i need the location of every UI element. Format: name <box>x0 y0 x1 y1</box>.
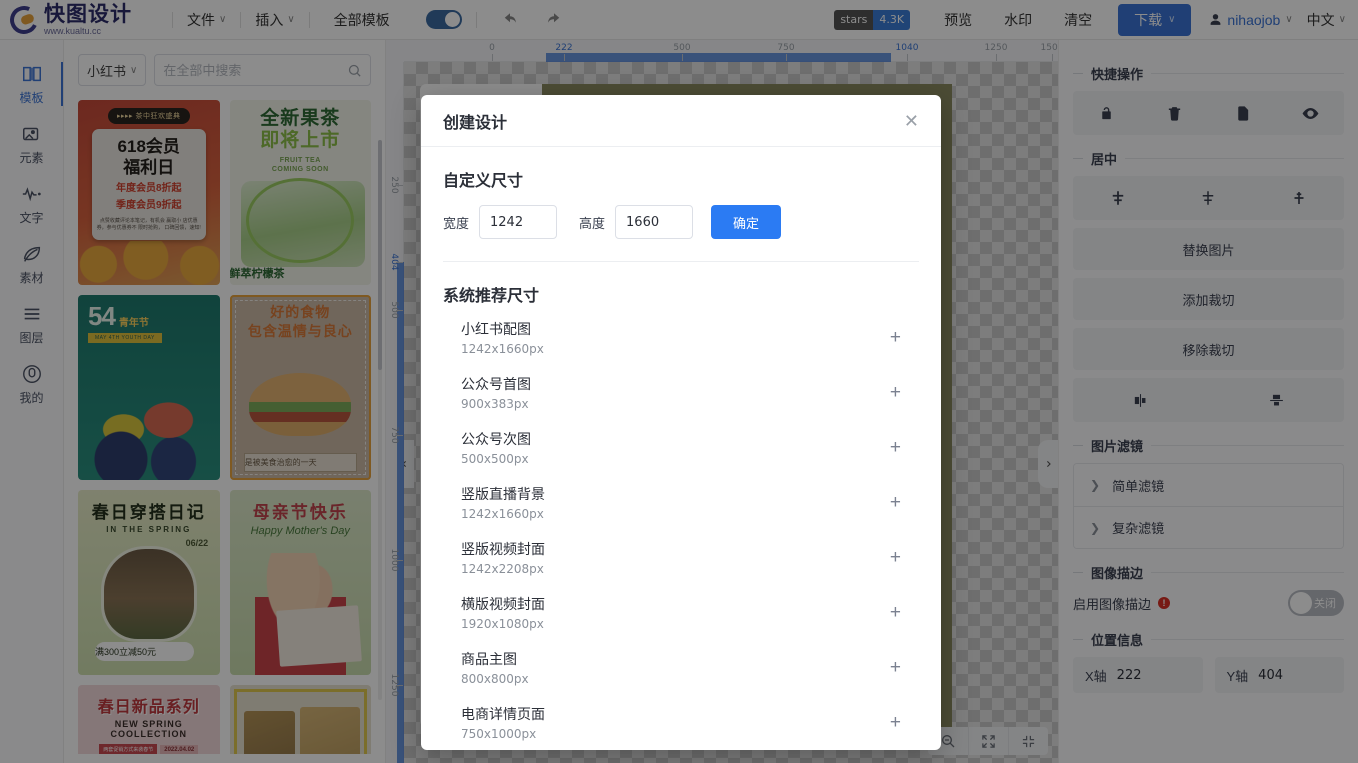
recommended-size-row[interactable]: 竖版视频封面 1242x2208px + <box>443 530 919 585</box>
recommended-size-dims: 1920x1080px <box>461 617 545 631</box>
modal-header: 创建设计 ✕ <box>421 95 941 147</box>
recommended-size-dims: 1242x1660px <box>461 342 544 356</box>
recommended-size-name: 横版视频封面 <box>461 594 545 614</box>
add-size-button[interactable]: + <box>890 328 919 347</box>
recommended-size-text: 小红书配图 1242x1660px <box>461 319 544 356</box>
recommended-size-text: 竖版视频封面 1242x2208px <box>461 539 545 576</box>
add-size-button[interactable]: + <box>890 493 919 512</box>
recommended-size-dims: 800x800px <box>461 672 529 686</box>
recommended-size-list: 小红书配图 1242x1660px + 公众号首图 900x383px + 公众号次图 500… <box>443 310 919 750</box>
recommended-size-row[interactable]: 公众号次图 500x500px + <box>443 420 919 475</box>
recommended-size-name: 竖版视频封面 <box>461 539 545 559</box>
add-size-button[interactable]: + <box>890 713 919 732</box>
modal-body: 自定义尺寸 宽度 高度 确定 系统推荐尺寸 小红书配图1242x1660px+公… <box>421 147 941 750</box>
create-design-modal: 创建设计 ✕ 自定义尺寸 宽度 高度 确定 系统推荐尺寸 小红书配图 1242x1… <box>421 95 941 750</box>
custom-size-form: 宽度 高度 确定 <box>443 205 919 239</box>
recommended-size-row[interactable]: 商品主图 800x800px + <box>443 640 919 695</box>
recommended-size-dims: 500x500px <box>461 452 531 466</box>
recommended-size-name: 商品主图 <box>461 649 529 669</box>
recommended-size-name: 公众号首图 <box>461 374 531 394</box>
recommended-size-text: 公众号首图 900x383px <box>461 374 531 411</box>
divider <box>443 261 919 262</box>
recommended-size-row[interactable]: 小红书配图 1242x1660px + <box>443 310 919 365</box>
recommended-size-text: 电商详情页面 750x1000px <box>461 704 545 741</box>
add-size-button[interactable]: + <box>890 603 919 622</box>
recommended-size-name: 电商详情页面 <box>461 704 545 724</box>
add-size-button[interactable]: + <box>890 548 919 567</box>
close-icon[interactable]: ✕ <box>904 112 919 130</box>
height-label: 高度 <box>579 213 605 232</box>
recommended-size-name: 竖版直播背景 <box>461 484 545 504</box>
width-input[interactable] <box>479 205 557 239</box>
recommended-size-row[interactable]: 横版视频封面 1920x1080px + <box>443 585 919 640</box>
recommended-size-dims: 900x383px <box>461 397 531 411</box>
recommended-size-row[interactable]: 电商详情页面 750x1000px + <box>443 695 919 750</box>
add-size-button[interactable]: + <box>890 438 919 457</box>
recommended-title: 系统推荐尺寸 <box>443 282 919 306</box>
recommended-size-text: 横版视频封面 1920x1080px <box>461 594 545 631</box>
recommended-size-text: 竖版直播背景 1242x1660px <box>461 484 545 521</box>
recommended-size-name: 小红书配图 <box>461 319 544 339</box>
app-root: 快图设计 www.kualtu.cc 文件 ∨ 插入 ∨ 全部模板 <box>0 0 1358 763</box>
recommended-size-dims: 1242x1660px <box>461 507 545 521</box>
recommended-size-dims: 1242x2208px <box>461 562 545 576</box>
recommended-size-name: 公众号次图 <box>461 429 531 449</box>
height-input[interactable] <box>615 205 693 239</box>
custom-size-title: 自定义尺寸 <box>443 167 919 191</box>
recommended-size-text: 公众号次图 500x500px <box>461 429 531 466</box>
recommended-size-row[interactable]: 竖版直播背景 1242x1660px + <box>443 475 919 530</box>
recommended-size-dims: 750x1000px <box>461 727 545 741</box>
width-label: 宽度 <box>443 213 469 232</box>
recommended-size-row[interactable]: 公众号首图 900x383px + <box>443 365 919 420</box>
add-size-button[interactable]: + <box>890 383 919 402</box>
add-size-button[interactable]: + <box>890 658 919 677</box>
modal-title: 创建设计 <box>443 109 507 133</box>
recommended-size-text: 商品主图 800x800px <box>461 649 529 686</box>
confirm-button[interactable]: 确定 <box>711 205 781 239</box>
